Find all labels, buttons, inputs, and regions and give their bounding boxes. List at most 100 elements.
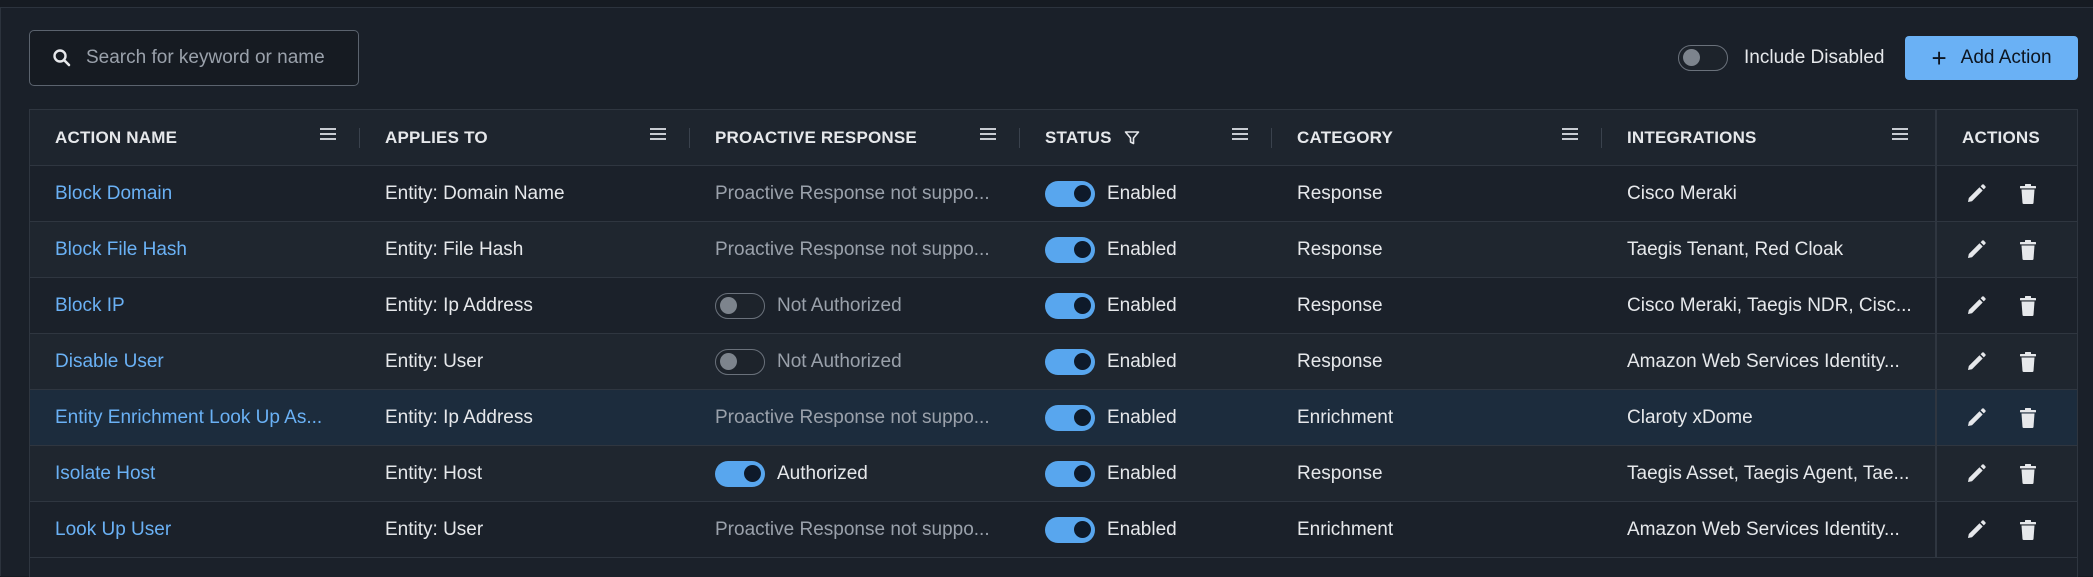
- edit-icon[interactable]: [1965, 183, 1987, 205]
- action-name-link[interactable]: Entity Enrichment Look Up As...: [55, 390, 345, 445]
- action-name-link[interactable]: Disable User: [55, 334, 345, 389]
- status-toggle[interactable]: [1045, 348, 1095, 375]
- column-separator[interactable]: [1019, 128, 1020, 148]
- column-separator[interactable]: [1271, 128, 1272, 148]
- include-disabled: Include Disabled: [1678, 44, 1884, 72]
- table-row[interactable]: Block Domain Entity: Domain Name Proacti…: [30, 166, 2077, 222]
- status-toggle[interactable]: [1045, 404, 1095, 431]
- edit-icon[interactable]: [1965, 463, 1987, 485]
- column-separator[interactable]: [689, 128, 690, 148]
- applies-to-cell: Entity: Host: [385, 462, 483, 484]
- status-label: Enabled: [1107, 518, 1177, 540]
- action-name-link[interactable]: Block IP: [55, 278, 345, 333]
- table-row[interactable]: Isolate Host Entity: Host Authorized Ena…: [30, 446, 2077, 502]
- filter-icon[interactable]: [1124, 130, 1140, 146]
- proactive-toggle[interactable]: [715, 460, 765, 487]
- proactive-response-cell: Not Authorized: [715, 278, 1015, 333]
- edit-icon[interactable]: [1965, 239, 1987, 261]
- proactive-response-cell: Proactive Response not suppo...: [715, 182, 990, 204]
- proactive-label: Authorized: [777, 462, 868, 484]
- status-label: Enabled: [1107, 350, 1177, 372]
- table-row[interactable]: Block File Hash Entity: File Hash Proact…: [30, 222, 2077, 278]
- status-cell: Enabled: [1045, 334, 1265, 389]
- applies-to-cell: Entity: Ip Address: [385, 406, 533, 428]
- column-menu-icon[interactable]: [980, 110, 1000, 166]
- action-name-link[interactable]: Block File Hash: [55, 222, 345, 277]
- integrations-cell: Claroty xDome: [1627, 406, 1753, 428]
- integrations-cell: Taegis Asset, Taegis Agent, Tae...: [1627, 462, 1910, 484]
- delete-icon[interactable]: [2017, 183, 2039, 205]
- proactive-response-cell: Proactive Response not suppo...: [715, 406, 990, 428]
- integrations-cell: Taegis Tenant, Red Cloak: [1627, 238, 1844, 260]
- status-cell: Enabled: [1045, 222, 1265, 277]
- column-separator[interactable]: [1601, 128, 1602, 148]
- proactive-toggle[interactable]: [715, 348, 765, 375]
- table-row[interactable]: Disable User Entity: User Not Authorized…: [30, 334, 2077, 390]
- row-actions: [1965, 502, 2039, 557]
- action-name-link[interactable]: Block Domain: [55, 166, 345, 221]
- column-menu-icon[interactable]: [1892, 110, 1912, 166]
- delete-icon[interactable]: [2017, 519, 2039, 541]
- applies-to-cell: Entity: Domain Name: [385, 182, 565, 204]
- category-cell: Response: [1297, 462, 1383, 484]
- add-action-label: Add Action: [1960, 47, 2052, 68]
- status-cell: Enabled: [1045, 278, 1265, 333]
- proactive-response-cell: Proactive Response not suppo...: [715, 238, 990, 260]
- table-row[interactable]: Look Up User Entity: User Proactive Resp…: [30, 502, 2077, 558]
- edit-icon[interactable]: [1965, 519, 1987, 541]
- status-toggle[interactable]: [1045, 460, 1095, 487]
- include-disabled-toggle[interactable]: [1678, 45, 1728, 71]
- category-cell: Enrichment: [1297, 406, 1394, 428]
- search-input[interactable]: [86, 47, 358, 69]
- column-menu-icon[interactable]: [320, 110, 340, 166]
- row-actions: [1965, 278, 2039, 333]
- edit-icon[interactable]: [1965, 295, 1987, 317]
- header-category[interactable]: CATEGORY: [1297, 110, 1393, 166]
- proactive-toggle[interactable]: [715, 292, 765, 319]
- status-toggle[interactable]: [1045, 292, 1095, 319]
- table-row[interactable]: Block IP Entity: Ip Address Not Authoriz…: [30, 278, 2077, 334]
- header-status[interactable]: STATUS: [1045, 110, 1140, 166]
- integrations-cell: Amazon Web Services Identity...: [1627, 518, 1900, 540]
- column-separator[interactable]: [359, 128, 360, 148]
- integrations-cell: Amazon Web Services Identity...: [1627, 350, 1900, 372]
- column-menu-icon[interactable]: [1562, 110, 1582, 166]
- header-integrations[interactable]: INTEGRATIONS: [1627, 110, 1757, 166]
- header-action-name[interactable]: ACTION NAME: [55, 110, 177, 166]
- proactive-response-cell: Not Authorized: [715, 334, 1015, 389]
- header-applies-to[interactable]: APPLIES TO: [385, 110, 488, 166]
- status-toggle[interactable]: [1045, 516, 1095, 543]
- actions-column-divider: [1935, 110, 1937, 558]
- action-name-link[interactable]: Isolate Host: [55, 446, 345, 501]
- column-menu-icon[interactable]: [1232, 110, 1252, 166]
- search-icon: [53, 49, 71, 67]
- actions-table: ACTION NAME APPLIES TO PROACTIVE RESPONS…: [29, 109, 2078, 577]
- search-box[interactable]: [29, 30, 359, 86]
- applies-to-cell: Entity: User: [385, 518, 484, 540]
- header-proactive-response[interactable]: PROACTIVE RESPONSE: [715, 110, 917, 166]
- status-toggle[interactable]: [1045, 180, 1095, 207]
- action-name-link[interactable]: Look Up User: [55, 502, 345, 557]
- proactive-label: Not Authorized: [777, 294, 902, 316]
- delete-icon[interactable]: [2017, 239, 2039, 261]
- status-toggle[interactable]: [1045, 236, 1095, 263]
- applies-to-cell: Entity: Ip Address: [385, 294, 533, 316]
- delete-icon[interactable]: [2017, 351, 2039, 373]
- plus-icon: +: [1931, 43, 1947, 73]
- integrations-cell: Cisco Meraki, Taegis NDR, Cisc...: [1627, 294, 1912, 316]
- delete-icon[interactable]: [2017, 295, 2039, 317]
- delete-icon[interactable]: [2017, 407, 2039, 429]
- applies-to-cell: Entity: User: [385, 350, 484, 372]
- edit-icon[interactable]: [1965, 407, 1987, 429]
- status-label: Enabled: [1107, 182, 1177, 204]
- table-row[interactable]: Entity Enrichment Look Up As... Entity: …: [30, 390, 2077, 446]
- delete-icon[interactable]: [2017, 463, 2039, 485]
- category-cell: Enrichment: [1297, 518, 1394, 540]
- add-action-button[interactable]: + Add Action: [1905, 36, 2078, 80]
- edit-icon[interactable]: [1965, 351, 1987, 373]
- row-actions: [1965, 390, 2039, 445]
- proactive-response-cell: Proactive Response not suppo...: [715, 518, 990, 540]
- row-actions: [1965, 166, 2039, 221]
- row-actions: [1965, 446, 2039, 501]
- column-menu-icon[interactable]: [650, 110, 670, 166]
